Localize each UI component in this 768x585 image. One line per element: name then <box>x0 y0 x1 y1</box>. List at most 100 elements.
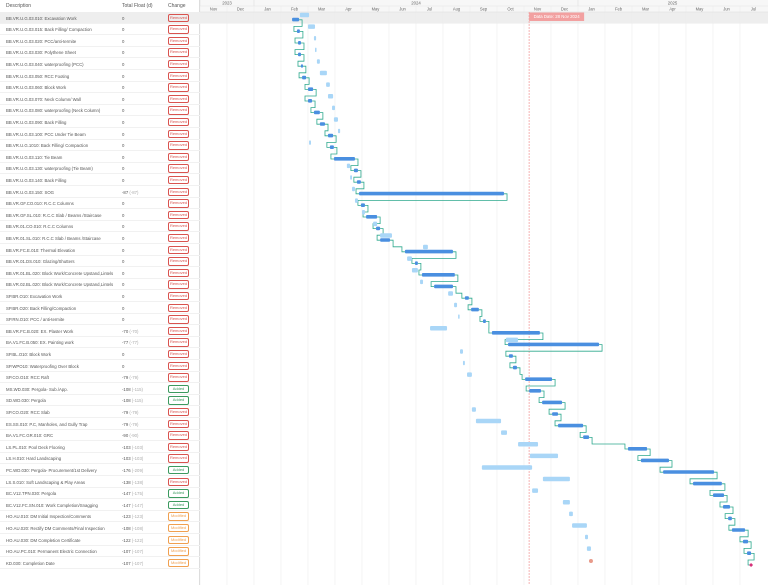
table-row[interactable]: LS.S.010: Soft Landscaping & Play Areas -… <box>0 476 200 488</box>
activity-bar[interactable] <box>552 412 559 416</box>
table-row[interactable]: BB.VR.01.BL.020: Block Work/Concrete Ups… <box>0 267 200 279</box>
activity-bar[interactable] <box>308 87 314 91</box>
activity-bar[interactable] <box>512 365 517 370</box>
activity-bar[interactable] <box>298 41 301 45</box>
table-row[interactable]: HO.AU.010: DM Initial Inspection/Comment… <box>0 511 200 523</box>
activity-bar[interactable] <box>421 273 455 277</box>
table-row[interactable]: BB.VR.U.G.03.040: waterproofing (PCC) 0 R… <box>0 58 200 70</box>
activity-bar[interactable] <box>380 238 391 242</box>
table-row[interactable]: SP.BR.O20: Back Filling/Compaction 0 Remo… <box>0 302 200 314</box>
table-row[interactable]: SP.WPO10: Waterproofing Over Block 0 Remo… <box>0 360 200 372</box>
activity-bar[interactable] <box>640 458 669 463</box>
activity-bar[interactable] <box>353 168 358 173</box>
table-row[interactable]: BB.VR.U.G.03.130: waterproofing (Tie Bea… <box>0 163 200 175</box>
table-row[interactable]: BB.VR.U.G.03.110: Tie Beam 0 Removed <box>0 151 200 163</box>
activity-bar[interactable] <box>376 226 381 231</box>
activity-bar[interactable] <box>292 17 300 22</box>
table-row[interactable]: BB.VR.U.G.03.140: Back Filling 0 Removed <box>0 174 200 186</box>
table-row[interactable]: BB.VR.02.BL.020: Block Work/Concrete Ups… <box>0 279 200 291</box>
table-row[interactable]: BB.VR.GF.SL.010: R.C.C Slab / Beams /Sta… <box>0 209 200 221</box>
activity-bar[interactable] <box>731 528 746 532</box>
table-row[interactable]: BB.VR.U.G.03.070: Neck Column/ Wall 0 Rem… <box>0 93 200 105</box>
header-change[interactable]: Change <box>168 3 186 9</box>
activity-bar[interactable] <box>722 505 731 509</box>
activity-bar[interactable] <box>627 447 648 451</box>
table-row[interactable]: BA.V1.FC.B.050: EX. Painting work -77 (-7… <box>0 337 200 349</box>
activity-bar[interactable] <box>508 342 600 347</box>
table-row[interactable]: BB.VR.U.G.03.060: Block Work 0 Removed <box>0 82 200 94</box>
table-row[interactable]: HO.AU.030: DM Completion Certificate -122… <box>0 534 200 546</box>
table-row[interactable]: SP.BR.O10: Excavation Work 0 Removed <box>0 290 200 302</box>
activity-bar[interactable] <box>313 110 320 115</box>
activity-bar[interactable] <box>333 157 355 161</box>
table-row[interactable]: LS.H.010: Hard Landscaping -103 (-103) Rem… <box>0 453 200 465</box>
activity-bar[interactable] <box>414 261 418 265</box>
activity-bar[interactable] <box>728 516 732 521</box>
activity-bar[interactable] <box>525 377 553 381</box>
activity-bar[interactable] <box>482 319 486 323</box>
activity-bar[interactable] <box>663 470 715 474</box>
total-float: 0 <box>122 131 125 137</box>
activity-bar[interactable] <box>464 296 469 300</box>
activity-bar[interactable] <box>360 203 365 207</box>
activity-bar[interactable] <box>327 133 334 138</box>
header-total-float[interactable]: Total Float (d) <box>122 3 153 9</box>
table-row[interactable]: HO.AU.020: Rectify DM Comments/Final Ins… <box>0 522 200 534</box>
table-row[interactable]: BB.VR.U.G.1010: Back Filling/ Compaction… <box>0 140 200 152</box>
activity-bar[interactable] <box>693 481 722 486</box>
activity-bar[interactable] <box>300 64 303 68</box>
activity-bar[interactable] <box>359 191 505 196</box>
table-row[interactable]: BB.VR.U.G.03.090: Back Filling 0 Removed <box>0 116 200 128</box>
activity-bar[interactable] <box>434 284 453 289</box>
activity-bar[interactable] <box>508 354 513 358</box>
table-row[interactable]: BB.VR.U.G.03.080: waterproofing (Neck Co… <box>0 105 200 117</box>
table-row[interactable]: SP.CO.O20: RCC Slab -79 (-79) Removed <box>0 406 200 418</box>
table-row[interactable]: LS.PL.010: Pool Deck Flooring -103 (-103)… <box>0 441 200 453</box>
table-row[interactable]: SP.CO.O10: RCC Raft -79 (-79) Removed <box>0 372 200 384</box>
activity-bar[interactable] <box>298 52 301 57</box>
table-row[interactable]: BB.VR.FC.E.010: Thermal Elevation 0 Remov… <box>0 244 200 256</box>
activity-bar[interactable] <box>542 400 563 405</box>
activity-bar[interactable] <box>471 307 479 312</box>
table-row[interactable]: KD.030: Completion Date -107 (-107) Modifi… <box>0 557 200 569</box>
table-row[interactable]: BB.VR.U.G.03.010: Excavation Work 0 Remov… <box>0 12 200 24</box>
table-row[interactable]: BB.VR.U.G.03.015: Back Filling/ Compacti… <box>0 24 200 36</box>
table-row[interactable]: BB.VR.01.DS.010: Glazing/Shutters 0 Remov… <box>0 256 200 268</box>
table-row[interactable]: SP.BL.O10: Block Work 0 Removed <box>0 348 200 360</box>
table-row[interactable]: BB.VR.U.G.03.100: PCC Under Tie Beam 0 Re… <box>0 128 200 140</box>
table-row[interactable]: BB.VR.GF.CO.010: R.C.C Columns 0 Removed <box>0 198 200 210</box>
table-row[interactable]: BA.V1.FC.GR.010: GRC -90 (-90) Removed <box>0 430 200 442</box>
activity-bar[interactable] <box>713 493 725 497</box>
table-row[interactable]: SD.WD.030: Pergola -108 (-115) Added <box>0 395 200 407</box>
activity-bar[interactable] <box>329 145 334 149</box>
activity-bar[interactable] <box>308 99 313 103</box>
activity-bar[interactable] <box>296 29 300 33</box>
activity-bar[interactable] <box>558 423 584 428</box>
activity-bar[interactable] <box>319 122 326 126</box>
activity-bar[interactable] <box>583 435 590 439</box>
activity-bar[interactable] <box>404 249 453 254</box>
table-row[interactable]: BB.VR.U.G.03.030: Polythene Sheet 0 Remov… <box>0 47 200 59</box>
activity-bar[interactable] <box>366 215 378 219</box>
table-row[interactable]: HO.AU.PC.010: Permanent Electric Connect… <box>0 546 200 558</box>
table-row[interactable]: BB.VR.01.SL.010: R.C.C Slab / Beams /Sta… <box>0 232 200 244</box>
activity-bar[interactable] <box>747 551 752 555</box>
table-row[interactable]: PC.WD.030: Pergola- Procurement/1st Deli… <box>0 464 200 476</box>
table-row[interactable]: BB.VR.U.G.03.150: SOG -87 (-87) Removed <box>0 186 200 198</box>
table-row[interactable]: BC.V12.TPN.030: Pergola -147 (-175) Added <box>0 488 200 500</box>
table-row[interactable]: BB.VR.U.G.03.020: PCC/anti-termite 0 Remo… <box>0 35 200 47</box>
table-row[interactable]: MS.WD.030: Pergola- Sub./App. -108 (-115)… <box>0 383 200 395</box>
header-description[interactable]: Description <box>6 3 31 9</box>
activity-bar[interactable] <box>356 180 361 184</box>
activity-bar[interactable] <box>529 389 542 393</box>
table-row[interactable]: ES.SS.010: P.C, Manholes, and Gully Trap… <box>0 418 200 430</box>
table-row[interactable]: SP.RN.O10: PCC / anti-termite 0 Removed <box>0 314 200 326</box>
activity-bar[interactable] <box>302 75 307 80</box>
activity-bar[interactable] <box>742 539 749 544</box>
table-row[interactable]: BB.VR.01.CO.010: R.C.C Columns 0 Removed <box>0 221 200 233</box>
table-row[interactable]: BB.VR.U.G.03.050: RCC Footing 0 Removed <box>0 70 200 82</box>
table-row[interactable]: BC.V12.FC.SN.010: Work Completion/Snaggi… <box>0 499 200 511</box>
table-row[interactable]: BB.VR.FC.B.020: EX. Plaster Work -70 (-70… <box>0 325 200 337</box>
milestone-diamond[interactable] <box>749 563 754 567</box>
activity-bar[interactable] <box>491 331 540 335</box>
